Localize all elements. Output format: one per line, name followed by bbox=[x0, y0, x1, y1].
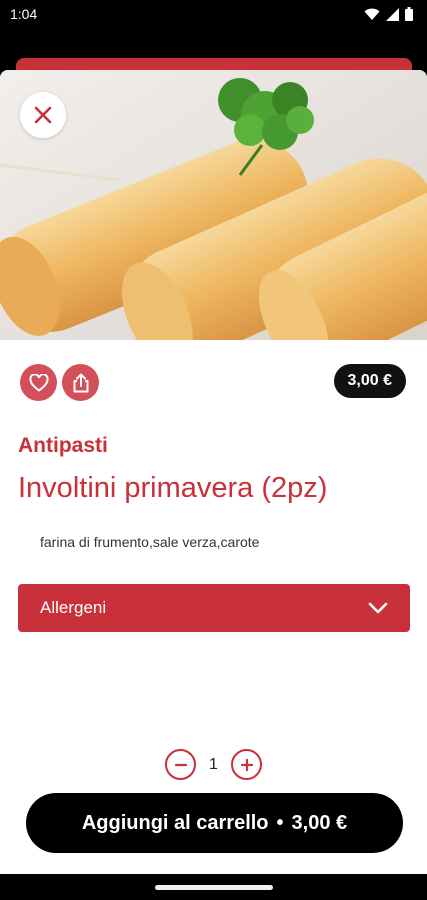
status-icons bbox=[364, 7, 413, 21]
minus-icon bbox=[174, 763, 187, 766]
product-title: Involtini primavera (2pz) bbox=[18, 472, 328, 504]
increase-quantity-button[interactable] bbox=[231, 749, 262, 780]
home-indicator[interactable] bbox=[155, 885, 273, 890]
favorite-button[interactable] bbox=[20, 364, 57, 401]
navigation-bar bbox=[0, 874, 427, 900]
quantity-stepper: 1 bbox=[165, 749, 262, 780]
battery-icon bbox=[405, 7, 413, 21]
heart-icon bbox=[28, 373, 49, 392]
add-to-cart-separator: • bbox=[276, 811, 284, 834]
share-button[interactable] bbox=[62, 364, 99, 401]
allergens-dropdown[interactable]: Allergeni bbox=[18, 584, 410, 632]
decrease-quantity-button[interactable] bbox=[165, 749, 196, 780]
product-category: Antipasti bbox=[18, 434, 108, 457]
close-button[interactable] bbox=[20, 92, 66, 138]
close-icon bbox=[34, 106, 52, 124]
wifi-icon bbox=[364, 8, 380, 20]
product-ingredients: farina di frumento,sale verza,carote bbox=[40, 534, 260, 550]
price-badge: 3,00 € bbox=[333, 364, 406, 398]
product-image bbox=[0, 70, 427, 340]
status-bar: 1:04 bbox=[0, 0, 427, 28]
allergens-label: Allergeni bbox=[40, 598, 107, 617]
add-to-cart-price: 3,00 € bbox=[291, 811, 348, 834]
add-to-cart-button[interactable]: Aggiungi al carrello • 3,00 € bbox=[26, 793, 403, 853]
status-time: 1:04 bbox=[10, 6, 38, 22]
plus-icon bbox=[240, 758, 253, 771]
action-buttons bbox=[20, 364, 99, 401]
share-icon bbox=[73, 373, 88, 392]
product-detail-sheet: 3,00 € Antipasti Involtini primavera (2p… bbox=[0, 70, 427, 874]
signal-icon bbox=[386, 7, 399, 21]
chevron-down-icon bbox=[368, 602, 388, 614]
quantity-value: 1 bbox=[209, 755, 218, 773]
add-to-cart-label: Aggiungi al carrello bbox=[81, 811, 269, 834]
